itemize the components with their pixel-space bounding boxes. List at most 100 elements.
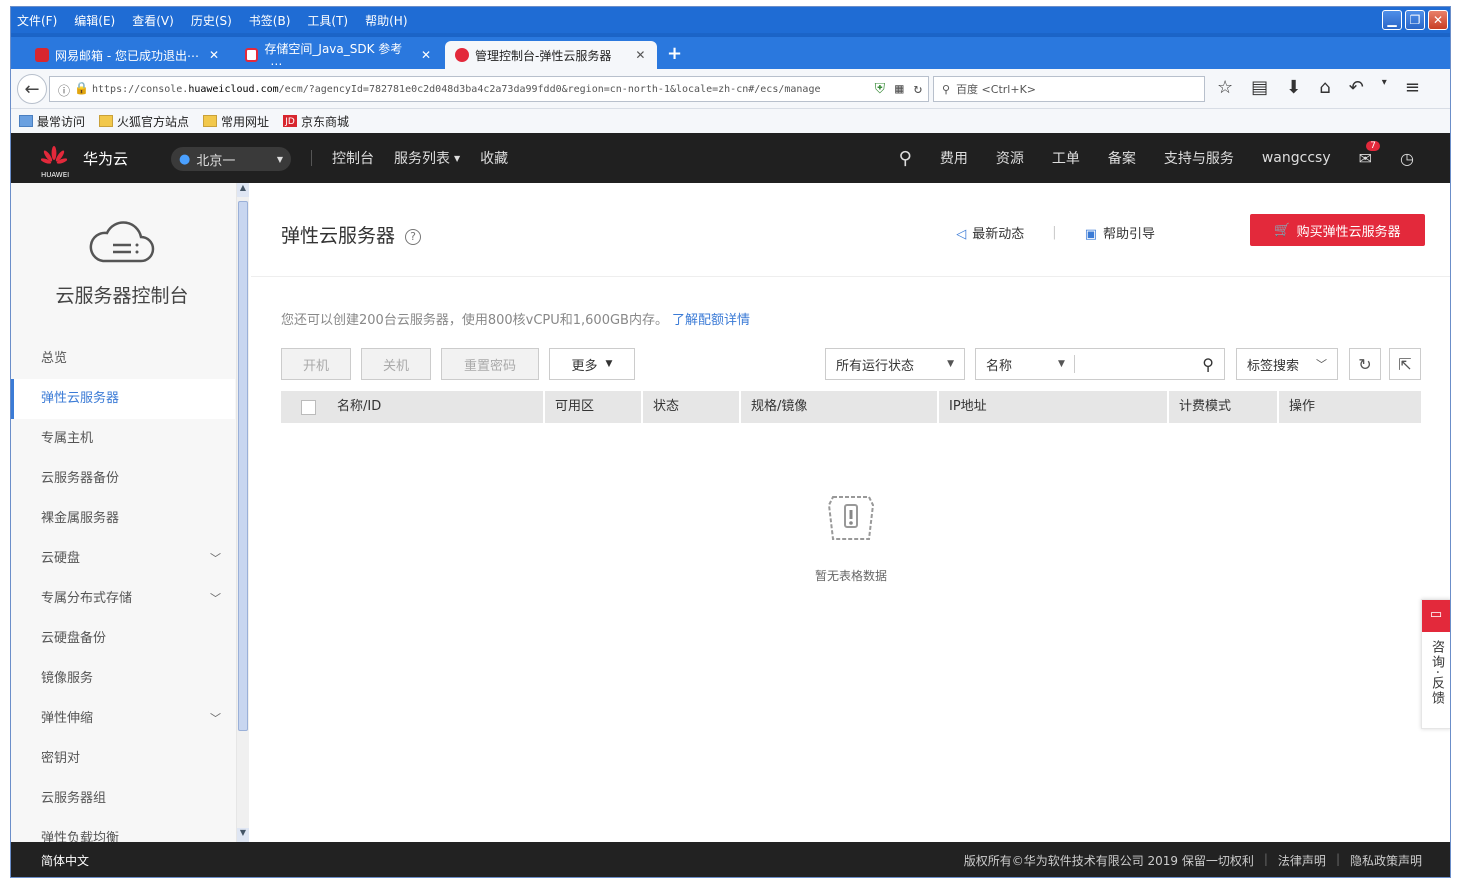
menu-edit[interactable]: 编辑(E) xyxy=(74,12,115,29)
select-all-checkbox[interactable] xyxy=(301,400,316,415)
nav-resources[interactable]: 资源 xyxy=(996,148,1024,168)
nav-service-list[interactable]: 服务列表 xyxy=(394,148,450,168)
messages-icon[interactable]: ✉ 7 xyxy=(1359,140,1381,168)
close-tab-icon[interactable]: ✕ xyxy=(421,48,431,62)
nav-icp[interactable]: 备案 xyxy=(1108,148,1136,168)
sidebar-item-overview[interactable]: 总览 xyxy=(11,339,235,379)
quota-details-link[interactable]: 了解配额详情 xyxy=(672,313,750,328)
start-button[interactable]: 开机 xyxy=(281,348,351,380)
hamburger-menu-icon[interactable]: ≡ xyxy=(1405,77,1420,98)
export-icon[interactable]: ⇱ xyxy=(1389,348,1421,380)
bookmarks-bar: 最常访问 火狐官方站点 常用网址 JD 京东商城 xyxy=(11,109,1450,133)
qr-code-icon[interactable]: ▦ xyxy=(895,81,903,97)
bookmark-star-icon[interactable]: ☆ xyxy=(1217,77,1233,98)
sidebar-scrollbar[interactable]: ▲ ▼ xyxy=(237,183,249,842)
huawei-logo[interactable]: 华为云 HUAWEI xyxy=(41,145,128,179)
column-ip[interactable]: IP地址 xyxy=(939,391,1169,423)
reload-icon[interactable]: ↻ xyxy=(914,81,922,97)
sidebar-item-autoscaling[interactable]: 弹性伸缩 ﹀ xyxy=(11,699,235,739)
latest-news-link[interactable]: ◁ 最新动态 xyxy=(956,223,1024,242)
close-icon[interactable]: ✕ xyxy=(1428,10,1448,30)
tab-console[interactable]: 管理控制台-弹性云服务器 ✕ xyxy=(445,41,657,69)
sidebar-item-disk-backup[interactable]: 云硬盘备份 xyxy=(11,619,235,659)
menu-tools[interactable]: 工具(T) xyxy=(307,12,348,29)
menu-bookmarks[interactable]: 书签(B) xyxy=(249,12,291,29)
stop-button[interactable]: 关机 xyxy=(361,348,431,380)
bookmark-jd[interactable]: JD 京东商城 xyxy=(283,113,349,130)
sidebar-item-bare-metal[interactable]: 裸金属服务器 xyxy=(11,499,235,539)
help-question-icon[interactable]: ? xyxy=(405,229,422,245)
nav-billing[interactable]: 费用 xyxy=(940,148,968,168)
scroll-down-icon[interactable]: ▼ xyxy=(237,828,249,842)
column-zone[interactable]: 可用区 xyxy=(545,391,643,423)
dropdown-icon[interactable]: ▾ xyxy=(1382,77,1387,98)
sidebar-item-dedicated-host[interactable]: 专属主机 xyxy=(11,419,235,459)
more-button[interactable]: 更多 ▼ xyxy=(549,348,635,380)
legal-link[interactable]: 法律声明 xyxy=(1278,852,1326,869)
info-icon[interactable]: ⓘ xyxy=(58,82,70,99)
privacy-link[interactable]: 隐私政策声明 xyxy=(1350,852,1422,869)
mail-favicon-icon xyxy=(35,48,49,62)
home-icon[interactable]: ⌂ xyxy=(1319,77,1330,98)
search-bar[interactable]: ⚲ 百度 <Ctrl+K> xyxy=(933,76,1205,102)
menu-help[interactable]: 帮助(H) xyxy=(365,12,407,29)
sidebar-item-server-backup[interactable]: 云服务器备份 xyxy=(11,459,235,499)
sidebar-item-keypair[interactable]: 密钥对 xyxy=(11,739,235,779)
status-filter-select[interactable]: 所有运行状态 ▼ xyxy=(825,348,965,380)
help-guide-link[interactable]: ▣ 帮助引导 xyxy=(1085,223,1155,242)
refresh-icon[interactable]: ↻ xyxy=(1349,348,1381,380)
new-tab-icon[interactable]: + xyxy=(667,43,682,64)
sidebar-item-server-group[interactable]: 云服务器组 xyxy=(11,779,235,819)
footer: 简体中文 版权所有©华为软件技术有限公司 2019 保留一切权利 | 法律声明 … xyxy=(11,842,1450,877)
search-icon[interactable]: ⚲ xyxy=(1202,355,1214,374)
bookmark-common[interactable]: 常用网址 xyxy=(203,113,269,130)
tab-sdk[interactable]: 存储空间_Java_SDK 参考_⋯ ✕ xyxy=(235,41,441,71)
tab-mail[interactable]: 网易邮箱 - 您已成功退出⋯ ✕ xyxy=(25,41,231,69)
restore-icon[interactable]: ❐ xyxy=(1405,10,1425,30)
minimize-icon[interactable]: ▁ xyxy=(1382,10,1402,30)
logo-subtext: HUAWEI xyxy=(41,171,70,179)
search-field-select[interactable]: 名称 ▼ ⚲ xyxy=(975,348,1225,380)
sidebar-item-dss[interactable]: 专属分布式存储 ﹀ xyxy=(11,579,235,619)
language-selector[interactable]: 简体中文 xyxy=(41,852,89,869)
menu-file[interactable]: 文件(F) xyxy=(17,12,57,29)
nav-console[interactable]: 控制台 xyxy=(332,148,374,168)
empty-text: 暂无表格数据 xyxy=(814,569,887,583)
buy-ecs-button[interactable]: 🛒 购买弹性云服务器 xyxy=(1250,214,1425,246)
sidebar-item-ecs[interactable]: 弹性云服务器 xyxy=(11,379,235,419)
user-account[interactable]: wangccsy xyxy=(1262,150,1331,166)
close-tab-icon[interactable]: ✕ xyxy=(209,48,219,62)
scroll-up-icon[interactable]: ▲ xyxy=(237,183,249,197)
header-links: ◁ 最新动态 | ▣ 帮助引导 xyxy=(956,223,1155,242)
search-icon[interactable]: ⚲ xyxy=(899,148,912,169)
column-spec-image[interactable]: 规格/镜像 xyxy=(741,391,939,423)
nav-tickets[interactable]: 工单 xyxy=(1052,148,1080,168)
scrollbar-thumb[interactable] xyxy=(238,201,248,731)
nav-favorites[interactable]: 收藏 xyxy=(480,148,508,168)
shield-icon[interactable]: ⛨ xyxy=(875,81,886,97)
menu-view[interactable]: 查看(V) xyxy=(132,12,174,29)
sidebar-item-elb[interactable]: 弹性负载均衡 xyxy=(11,819,235,842)
close-tab-icon[interactable]: ✕ xyxy=(635,48,645,62)
sidebar-item-image[interactable]: 镜像服务 xyxy=(11,659,235,699)
bookmark-most-visited[interactable]: 最常访问 xyxy=(19,113,85,130)
bookmark-firefox[interactable]: 火狐官方站点 xyxy=(99,113,189,130)
reset-password-button[interactable]: 重置密码 xyxy=(441,348,539,380)
clock-icon[interactable]: ◷ xyxy=(1400,149,1414,168)
region-selector[interactable]: ● 北京一 ▼ xyxy=(171,147,291,171)
tag-search-button[interactable]: 标签搜索 ﹀ xyxy=(1236,348,1338,380)
undo-icon[interactable]: ↶ xyxy=(1349,77,1364,98)
nav-support[interactable]: 支持与服务 xyxy=(1164,148,1234,168)
back-arrow-icon[interactable]: ← xyxy=(17,74,47,104)
feedback-widget[interactable]: ▭ 咨询·反馈 xyxy=(1421,599,1450,729)
column-billing[interactable]: 计费模式 xyxy=(1169,391,1279,423)
url-bar[interactable]: ⓘ 🔒 https://console. huaweicloud.com/ecm/… xyxy=(49,76,929,102)
menu-history[interactable]: 历史(S) xyxy=(191,12,232,29)
column-status[interactable]: 状态 xyxy=(643,391,741,423)
url-path: /ecm/?agencyId=782781e0c2d048d3ba4c2a73d… xyxy=(278,83,821,95)
reading-list-icon[interactable]: ▤ xyxy=(1251,77,1268,98)
download-icon[interactable]: ⬇ xyxy=(1286,77,1301,98)
caret-down-icon: ▼ xyxy=(947,359,954,369)
column-name-id[interactable]: 名称/ID xyxy=(327,391,545,423)
sidebar-item-evs[interactable]: 云硬盘 ﹀ xyxy=(11,539,235,579)
